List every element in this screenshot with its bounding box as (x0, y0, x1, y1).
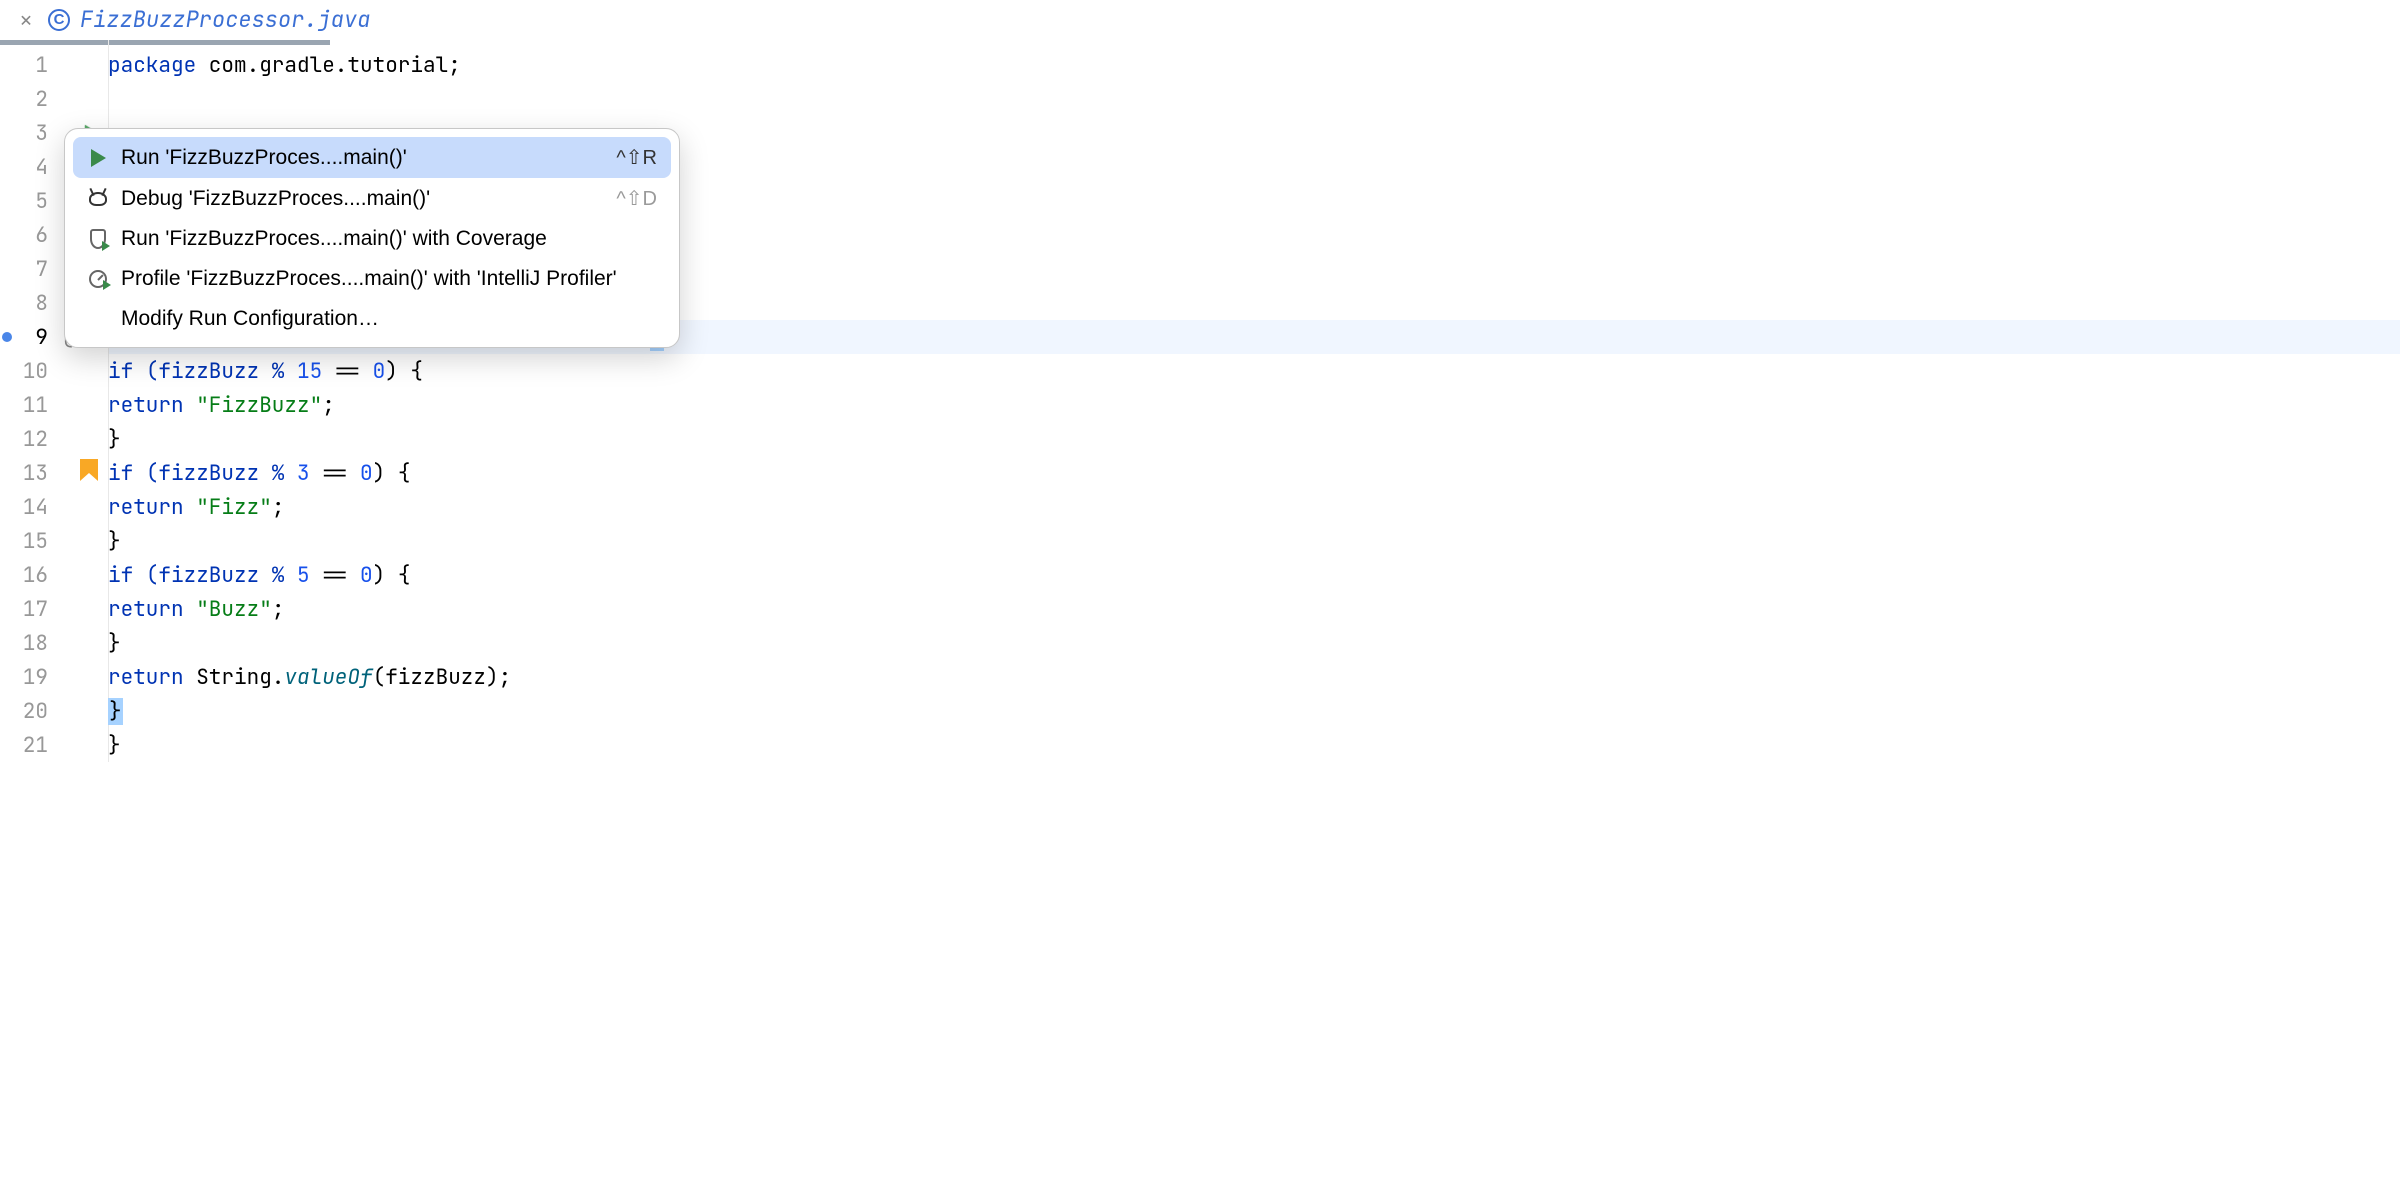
tab-filename: FizzBuzzProcessor.java (80, 5, 370, 34)
line-number[interactable]: 13 (0, 456, 108, 490)
menu-item-modify-config[interactable]: Modify Run Configuration… (73, 299, 671, 339)
line-number[interactable]: 20 (0, 694, 108, 728)
menu-shortcut: ^⇧D (616, 186, 657, 211)
menu-label: Debug 'FizzBuzzProces....main()' (121, 187, 430, 211)
menu-shortcut: ^⇧R (616, 145, 657, 170)
java-class-icon (48, 9, 70, 31)
code-line[interactable]: return "FizzBuzz"; (108, 388, 2400, 422)
menu-label: Modify Run Configuration… (121, 307, 379, 331)
editor-tab[interactable]: ✕ FizzBuzzProcessor.java (6, 0, 384, 39)
line-number[interactable]: 21 (0, 728, 108, 762)
code-line[interactable]: } (108, 626, 2400, 660)
profile-icon (87, 268, 109, 290)
code-line[interactable]: return "Buzz"; (108, 592, 2400, 626)
line-number[interactable]: 15 (0, 524, 108, 558)
code-line[interactable]: return "Fizz"; (108, 490, 2400, 524)
code-line[interactable]: } (108, 694, 2400, 728)
line-number[interactable]: 1 (0, 48, 108, 82)
blank-icon (87, 308, 109, 330)
menu-item-coverage[interactable]: Run 'FizzBuzzProces....main()' with Cove… (73, 219, 671, 259)
coverage-icon (87, 228, 109, 250)
code-line[interactable]: if (fizzBuzz % 5 == 0) { (108, 558, 2400, 592)
menu-label: Run 'FizzBuzzProces....main()' (121, 146, 407, 170)
code-line[interactable]: } (108, 728, 2400, 762)
menu-item-run[interactable]: Run 'FizzBuzzProces....main()' ^⇧R (73, 137, 671, 178)
code-line[interactable]: } (108, 524, 2400, 558)
line-number[interactable]: 16 (0, 558, 108, 592)
run-icon (87, 147, 109, 169)
line-number[interactable]: 12 (0, 422, 108, 456)
close-icon[interactable]: ✕ (20, 7, 32, 33)
line-number[interactable]: 17 (0, 592, 108, 626)
code-line[interactable]: if (fizzBuzz % 3 == 0) { (108, 456, 2400, 490)
line-number[interactable]: 2 (0, 82, 108, 116)
menu-label: Run 'FizzBuzzProces....main()' with Cove… (121, 227, 547, 251)
bookmark-icon[interactable] (80, 469, 98, 477)
menu-item-debug[interactable]: Debug 'FizzBuzzProces....main()' ^⇧D (73, 178, 671, 219)
run-context-menu: Run 'FizzBuzzProces....main()' ^⇧R Debug… (64, 128, 680, 348)
code-line[interactable] (108, 82, 2400, 116)
line-number[interactable]: 11 (0, 388, 108, 422)
code-line[interactable]: if (fizzBuzz % 15 == 0) { (108, 354, 2400, 388)
menu-label: Profile 'FizzBuzzProces....main()' with … (121, 267, 617, 291)
debug-icon (87, 188, 109, 210)
line-number[interactable]: 19 (0, 660, 108, 694)
code-line[interactable]: package com.gradle.tutorial; (108, 48, 2400, 82)
line-number[interactable]: 14 (0, 490, 108, 524)
line-number[interactable]: 10 (0, 354, 108, 388)
line-number[interactable]: 18 (0, 626, 108, 660)
code-line[interactable]: } (108, 422, 2400, 456)
tab-bar: ✕ FizzBuzzProcessor.java (0, 0, 2400, 40)
menu-item-profile[interactable]: Profile 'FizzBuzzProces....main()' with … (73, 259, 671, 299)
code-line[interactable]: return String.valueOf(fizzBuzz); (108, 660, 2400, 694)
breakpoint-dot[interactable] (2, 332, 12, 342)
